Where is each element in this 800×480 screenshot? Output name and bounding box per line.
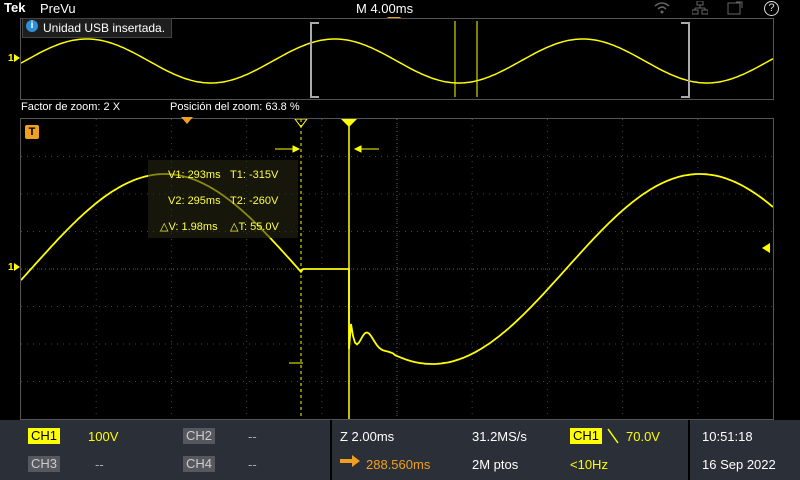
- ch2-button[interactable]: CH2: [183, 428, 216, 444]
- overview-trace: [20, 38, 774, 84]
- trigger-level: 70.0V: [626, 429, 660, 444]
- ch2-scale: --: [248, 429, 257, 444]
- zoom-timebase: Z 2.00ms: [340, 429, 395, 444]
- cursor-t2: T2: -260V: [230, 195, 279, 207]
- clock-panel: 10:51:18 16 Sep 2022: [690, 420, 800, 480]
- usb-export-icon[interactable]: [727, 1, 743, 18]
- cursor-v2: V2: 295ms: [168, 195, 221, 207]
- zoom-position: Posición del zoom: 63.8 %: [170, 101, 300, 113]
- ch4-button[interactable]: CH4: [183, 456, 216, 472]
- info-icon: i: [26, 20, 38, 32]
- channel-panel: CH1 100V CH2 -- CH3 -- CH4 --: [20, 420, 332, 480]
- bottom-control-bar: CH1 100V CH2 -- CH3 -- CH4 -- Z 2.00ms 2…: [0, 420, 800, 480]
- cursor-delta-t: △T: 55.0V: [230, 221, 279, 233]
- acquisition-mode: PreVu: [40, 1, 76, 16]
- help-icon[interactable]: ?: [764, 1, 779, 16]
- ch1-button[interactable]: CH1: [28, 428, 61, 444]
- brand-logo: Tek: [4, 0, 26, 15]
- network-icon: [691, 0, 709, 18]
- trigger-time-arrows: [275, 145, 379, 153]
- zoom-factor: Factor de zoom: 2 X: [21, 101, 121, 113]
- main-ch1-marker: 1: [8, 262, 14, 273]
- clock-time: 10:51:18: [702, 429, 753, 444]
- wifi-icon: [654, 1, 670, 17]
- zoom-window-bracket: [310, 22, 690, 98]
- graticule-grid: [21, 119, 773, 419]
- main-trigger-position-icon: [181, 117, 193, 124]
- timebase-readout: M 4.00ms: [356, 1, 414, 16]
- main-graticule: [20, 118, 774, 419]
- zoomed-waveform-window: [20, 118, 774, 420]
- overview-ch1-arrow-icon: [14, 54, 20, 62]
- cursor-t1: T1: -315V: [230, 169, 279, 181]
- record-length: 2M ptos: [472, 457, 519, 472]
- horizontal-delay: 288.560ms: [366, 457, 431, 472]
- cursor-v1: V1: 293ms: [168, 169, 221, 181]
- horizontal-trigger-panel[interactable]: Z 2.00ms 288.560ms 31.2MS/s 2M ptos CH1 …: [332, 420, 690, 480]
- sample-rate: 31.2MS/s: [472, 429, 527, 444]
- trigger-frequency: <10Hz: [570, 457, 608, 472]
- clock-date: 16 Sep 2022: [702, 457, 776, 472]
- ch3-button[interactable]: CH3: [28, 456, 61, 472]
- main-ch1-arrow-icon: [14, 263, 20, 271]
- ch4-scale: --: [248, 457, 257, 472]
- trigger-level-icon: [762, 243, 770, 253]
- falling-edge-icon: [607, 428, 619, 444]
- usb-notification: Unidad USB insertada.: [22, 18, 173, 38]
- ch1-scale: 100V: [88, 429, 119, 444]
- ch3-scale: --: [95, 457, 104, 472]
- trigger-source[interactable]: CH1: [570, 428, 603, 444]
- trigger-badge: T: [25, 125, 39, 139]
- cursor-readout: V1: 293ms T1: -315V V2: 295ms T2: -260V …: [148, 160, 298, 238]
- overview-ch1-marker: 1: [8, 53, 14, 64]
- cursor-delta-v: △V: 1.98ms: [160, 221, 218, 233]
- delay-arrow-icon: [340, 455, 360, 467]
